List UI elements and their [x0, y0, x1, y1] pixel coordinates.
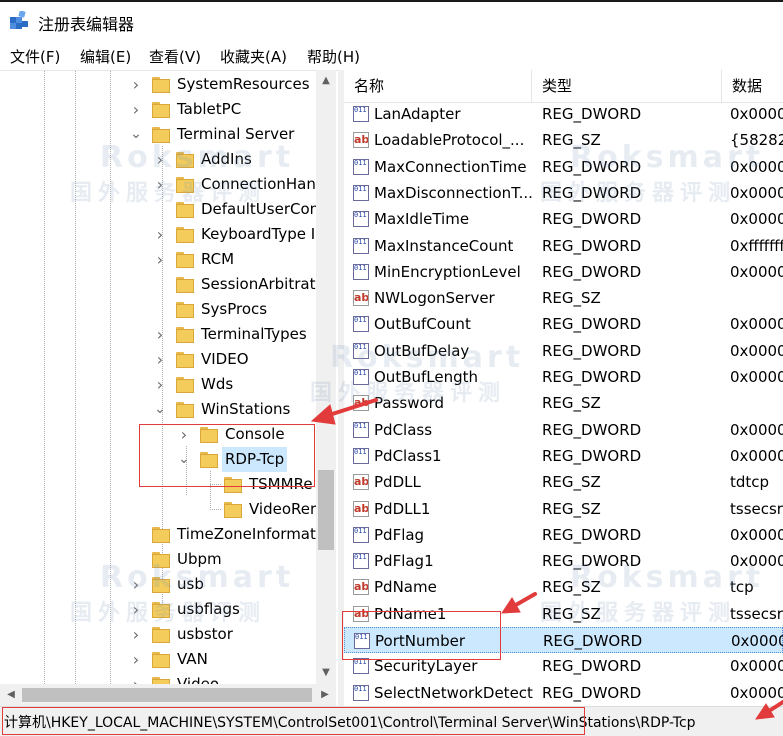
arrow-to-winstations-icon [324, 398, 378, 418]
annotation-arrows [310, 398, 783, 720]
arrow-to-portnumber-icon [512, 592, 537, 608]
arrow-to-path-icon [767, 700, 783, 713]
arrow-head [310, 404, 336, 425]
